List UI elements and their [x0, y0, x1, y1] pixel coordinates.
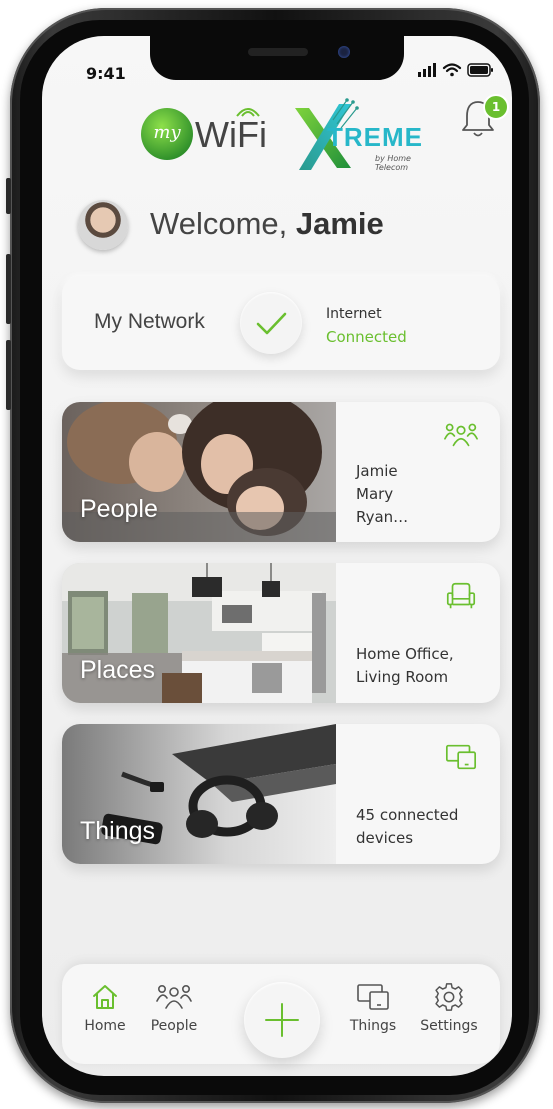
battery-icon: [467, 63, 493, 77]
mute-switch: [6, 178, 11, 214]
people-list-item: Mary: [356, 485, 394, 503]
people-card-title: People: [80, 495, 158, 523]
places-card[interactable]: Places Home Office, Living Room: [62, 563, 500, 703]
devices-icon: [357, 984, 389, 1010]
app-screen: 9:41 my WiFi TREME by Home Telecom 1 Wel…: [42, 36, 512, 1076]
things-summary: 45 connected devices: [356, 804, 458, 850]
volume-down-button: [6, 340, 11, 410]
network-status-indicator: [240, 292, 302, 354]
nav-things[interactable]: Things: [338, 982, 408, 1034]
status-icons: [418, 63, 493, 77]
nav-home-label: Home: [84, 1018, 126, 1034]
places-card-title: Places: [80, 656, 156, 684]
app-logo: my WiFi TREME by Home Telecom: [137, 92, 427, 174]
things-summary-line: 45 connected: [356, 806, 459, 824]
nav-settings-label: Settings: [420, 1018, 478, 1034]
check-icon: [256, 312, 287, 335]
welcome-greeting: Welcome,: [150, 206, 288, 241]
avatar[interactable]: [78, 200, 128, 250]
internet-label: Internet: [326, 306, 382, 322]
logo-my-text: my: [153, 122, 181, 143]
logo-byline: by Home Telecom: [375, 154, 411, 172]
nav-home[interactable]: Home: [70, 982, 140, 1034]
people-icon: [444, 423, 478, 447]
nav-things-label: Things: [349, 1018, 397, 1034]
volume-up-button: [6, 254, 11, 324]
logo-treme-text: TREME: [327, 122, 423, 152]
speaker: [248, 48, 308, 56]
network-title: My Network: [94, 310, 205, 333]
notch: [150, 36, 404, 80]
notification-badge: 1: [483, 94, 509, 120]
armchair-icon: [446, 582, 476, 609]
welcome-user-name: Jamie: [295, 206, 384, 241]
plus-icon: [265, 1003, 299, 1037]
internet-status: Connected: [326, 328, 407, 346]
nav-settings[interactable]: Settings: [414, 982, 484, 1034]
status-time: 9:41: [86, 64, 126, 83]
gear-icon: [435, 983, 463, 1011]
front-camera: [338, 46, 350, 58]
wifi-icon: [442, 63, 462, 77]
places-list: Home Office, Living Room: [356, 643, 454, 689]
home-icon: [93, 985, 117, 1009]
devices-icon: [445, 744, 477, 770]
welcome-heading: Welcome, Jamie: [150, 206, 384, 242]
signal-icon: [418, 63, 436, 77]
places-list-item: Living Room: [356, 668, 449, 686]
people-list-item: Ryan…: [356, 508, 409, 526]
people-card[interactable]: People Jamie Mary Ryan…: [62, 402, 500, 542]
my-network-card[interactable]: My Network Internet Connected: [62, 276, 500, 370]
places-list-item: Home Office,: [356, 645, 454, 663]
people-list: Jamie Mary Ryan…: [356, 460, 408, 529]
people-list-item: Jamie: [356, 462, 398, 480]
add-button[interactable]: [244, 982, 320, 1058]
things-summary-line: devices: [356, 829, 414, 847]
logo-wifi-text: WiFi: [195, 114, 267, 155]
things-card-title: Things: [80, 817, 156, 845]
people-icon: [156, 984, 192, 1009]
bottom-nav: Home People Things Settings: [62, 964, 500, 1064]
nav-people-label: People: [150, 1018, 198, 1034]
things-card[interactable]: Things 45 connected devices: [62, 724, 500, 864]
nav-people[interactable]: People: [139, 982, 209, 1034]
